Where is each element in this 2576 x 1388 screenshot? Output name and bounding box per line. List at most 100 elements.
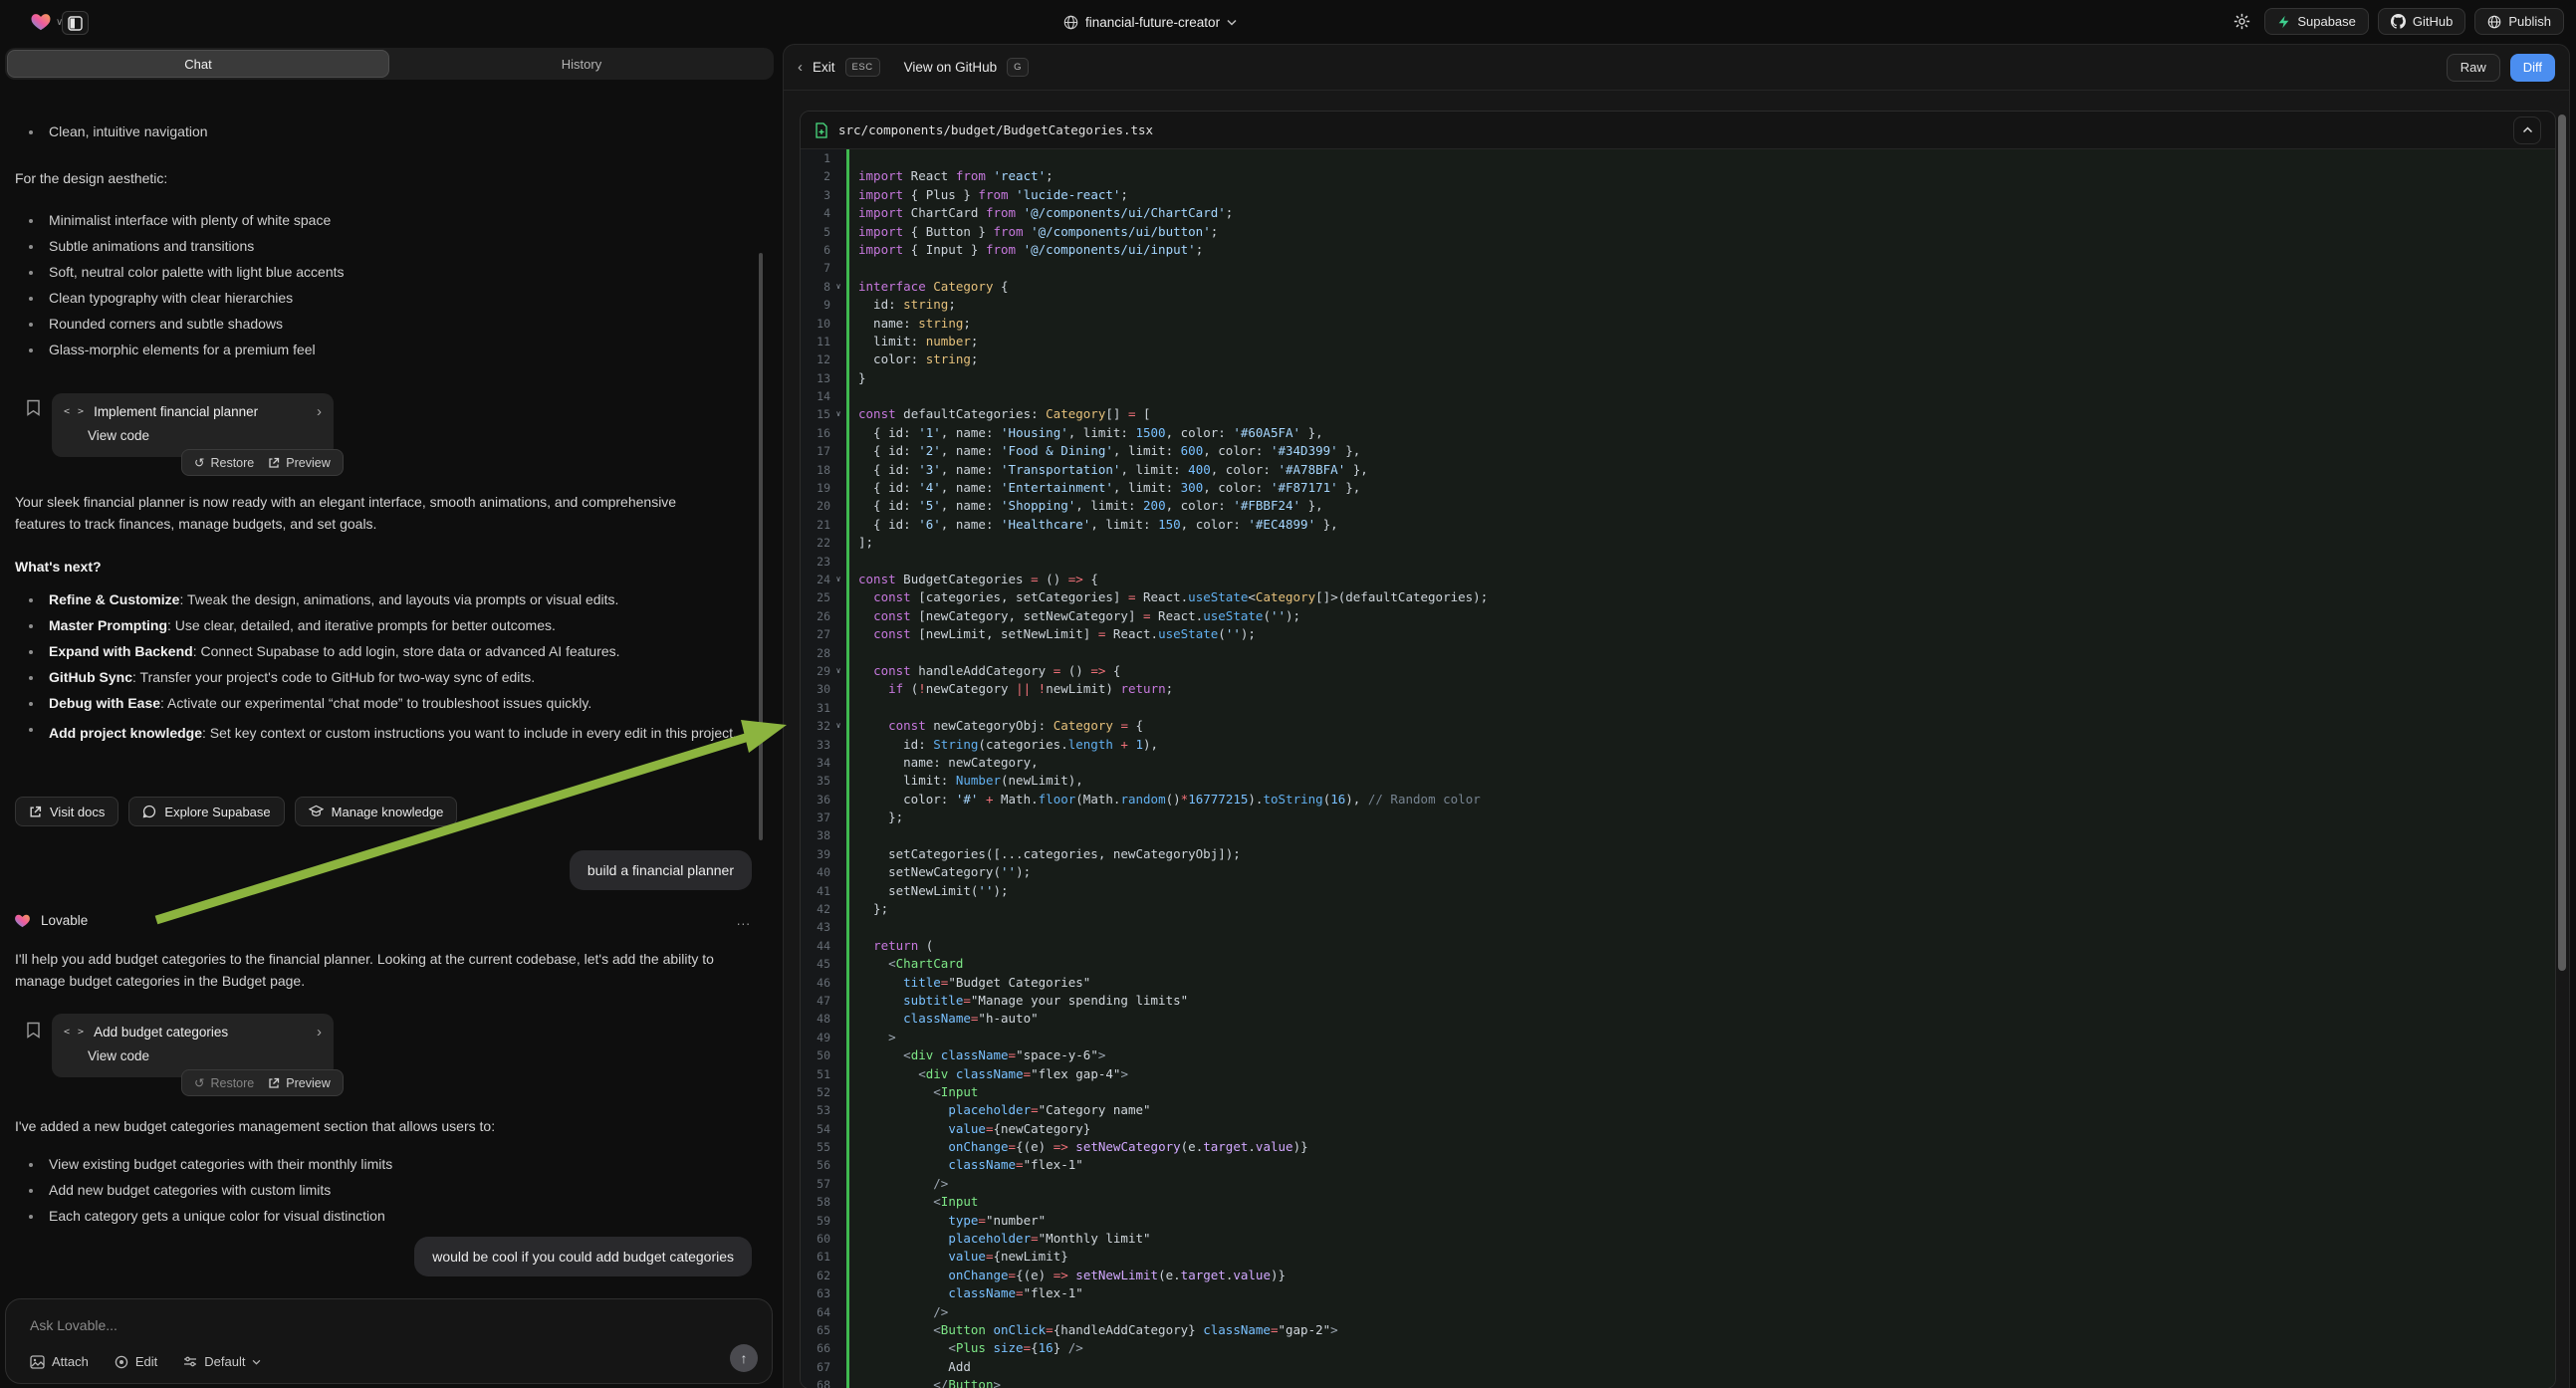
view-code-link[interactable]: View code	[88, 428, 322, 443]
code-line: 67 Add	[801, 1358, 2555, 1376]
collapse-file-button[interactable]	[2513, 116, 2541, 144]
visit-docs-button[interactable]: Visit docs	[15, 797, 118, 826]
tab-chat[interactable]: Chat	[7, 50, 389, 78]
code-line: 40 setNewCategory('');	[801, 863, 2555, 881]
code-line: 48 className="h-auto"	[801, 1010, 2555, 1028]
code-line: 5import { Button } from '@/components/ui…	[801, 223, 2555, 241]
version-card-title: Add budget categories	[94, 1025, 228, 1040]
explore-supabase-button[interactable]: Explore Supabase	[128, 797, 284, 826]
code-line: 33 id: String(categories.length + 1),	[801, 736, 2555, 754]
design-bullets: Minimalist interface with plenty of whit…	[26, 213, 345, 368]
preview-button[interactable]: Preview	[268, 456, 330, 470]
code-line: 50 <div className="space-y-6">	[801, 1046, 2555, 1064]
version-card-add-budget-categories[interactable]: < > Add budget categories › View code	[52, 1014, 334, 1077]
code-line: 54 value={newCategory}	[801, 1120, 2555, 1138]
assistant-reply: I've added a new budget categories manag…	[15, 1115, 757, 1137]
g-key-badge: G	[1007, 58, 1029, 77]
chat-scrollbar[interactable]	[759, 253, 763, 840]
restore-button[interactable]: ↺ Restore	[194, 1075, 254, 1090]
edit-target-icon	[115, 1355, 128, 1369]
assistant-name: Lovable	[41, 913, 88, 928]
version-card-implement-financial-planner[interactable]: < > Implement financial planner › View c…	[52, 393, 334, 457]
exit-button[interactable]: Exit	[813, 60, 835, 75]
github-button[interactable]: GitHub	[2378, 8, 2465, 35]
file-header[interactable]: src/components/budget/BudgetCategories.t…	[801, 112, 2555, 149]
view-code-link[interactable]: View code	[88, 1048, 322, 1063]
file-diff-card: src/components/budget/BudgetCategories.t…	[800, 111, 2556, 1388]
code-line: 32∨ const newCategoryObj: Category = {	[801, 717, 2555, 735]
code-line: 52 <Input	[801, 1083, 2555, 1101]
code-line: 35 limit: Number(newLimit),	[801, 772, 2555, 790]
composer-input[interactable]: Ask Lovable...	[30, 1317, 117, 1333]
toggle-sidebar-button[interactable]	[62, 11, 89, 35]
code-line: 61 value={newLimit}	[801, 1248, 2555, 1266]
code-scrollbar[interactable]	[2558, 115, 2566, 971]
design-aesthetic-heading: For the design aesthetic:	[15, 167, 167, 189]
mode-select[interactable]: Default	[183, 1354, 261, 1369]
lovable-logo-icon[interactable]	[30, 11, 52, 31]
code-line: 10 name: string;	[801, 315, 2555, 333]
publish-button[interactable]: Publish	[2474, 8, 2564, 35]
code-line: 20 { id: '5', name: 'Shopping', limit: 2…	[801, 497, 2555, 515]
code-line: 44 return (	[801, 937, 2555, 955]
send-button[interactable]: ↑	[730, 1344, 758, 1372]
code-line: 41 setNewLimit('');	[801, 882, 2555, 900]
edit-button[interactable]: Edit	[115, 1354, 157, 1369]
preview-button[interactable]: Preview	[268, 1076, 330, 1090]
diff-toggle-button[interactable]: Diff	[2510, 54, 2555, 82]
code-line: 42 };	[801, 900, 2555, 918]
message-circle-icon	[142, 805, 156, 818]
whats-next-list: Refine & Customize: Tweak the design, an…	[26, 592, 749, 755]
manage-knowledge-button[interactable]: Manage knowledge	[295, 797, 458, 826]
supabase-button[interactable]: Supabase	[2264, 8, 2369, 35]
code-viewer-header: ‹ Exit ESC View on GitHub G Raw Diff	[784, 45, 2569, 91]
external-link-icon	[268, 1077, 280, 1089]
code-line: 56 className="flex-1"	[801, 1156, 2555, 1174]
attach-button[interactable]: Attach	[30, 1354, 89, 1369]
supabase-icon	[2277, 15, 2290, 29]
chevron-down-icon	[252, 1359, 261, 1365]
added-bullets: View existing budget categories with the…	[26, 1157, 392, 1235]
code-line: 47 subtitle="Manage your spending limits…	[801, 992, 2555, 1010]
restore-icon: ↺	[194, 455, 204, 470]
view-on-github-button[interactable]: View on GitHub	[904, 60, 998, 75]
external-link-icon	[268, 457, 280, 469]
code-line: 39 setCategories([...categories, newCate…	[801, 845, 2555, 863]
publish-label: Publish	[2508, 14, 2551, 29]
code-line: 34 name: newCategory,	[801, 754, 2555, 772]
settings-button[interactable]	[2227, 8, 2255, 35]
chat-composer[interactable]: Ask Lovable... Attach Edit	[5, 1298, 773, 1384]
bookmark-icon[interactable]	[26, 1022, 41, 1039]
code-line: 65 <Button onClick={handleAddCategory} c…	[801, 1321, 2555, 1339]
bookmark-icon[interactable]	[26, 399, 41, 416]
code-line: 46 title="Budget Categories"	[801, 974, 2555, 992]
code-line: 43	[801, 918, 2555, 936]
code-line: 53 placeholder="Category name"	[801, 1101, 2555, 1119]
version-toolbar: ↺ Restore Preview	[181, 449, 344, 476]
user-message: would be cool if you could add budget ca…	[414, 1237, 752, 1276]
chevron-left-icon: ‹	[798, 59, 803, 76]
code-line: 30 if (!newCategory || !newLimit) return…	[801, 680, 2555, 698]
chevron-right-icon: ›	[317, 403, 322, 420]
publish-globe-icon	[2487, 15, 2501, 29]
project-switcher[interactable]: financial-future-creator	[1063, 0, 1237, 44]
restore-icon: ↺	[194, 1075, 204, 1090]
supabase-label: Supabase	[2297, 14, 2356, 29]
code-line: 11 limit: number;	[801, 333, 2555, 350]
whats-next-heading: What's next?	[15, 559, 102, 575]
code-line: 31	[801, 699, 2555, 717]
code-line: 62 onChange={(e) => setNewLimit(e.target…	[801, 1267, 2555, 1284]
raw-toggle-button[interactable]: Raw	[2447, 54, 2500, 82]
code-line: 12 color: string;	[801, 350, 2555, 368]
version-toolbar: ↺ Restore Preview	[181, 1069, 344, 1096]
chevron-down-icon	[1227, 19, 1237, 26]
code-lines[interactable]: 12import React from 'react';3import { Pl…	[801, 149, 2555, 1388]
code-icon: < >	[64, 1027, 85, 1038]
message-menu-button[interactable]: ...	[737, 913, 751, 928]
restore-button[interactable]: ↺ Restore	[194, 455, 254, 470]
code-line: 45 <ChartCard	[801, 955, 2555, 973]
code-line: 24∨const BudgetCategories = () => {	[801, 571, 2555, 588]
code-line: 27 const [newLimit, setNewLimit] = React…	[801, 625, 2555, 643]
code-viewer-panel: ‹ Exit ESC View on GitHub G Raw Diff src…	[783, 44, 2570, 1388]
tab-history[interactable]: History	[391, 48, 772, 80]
